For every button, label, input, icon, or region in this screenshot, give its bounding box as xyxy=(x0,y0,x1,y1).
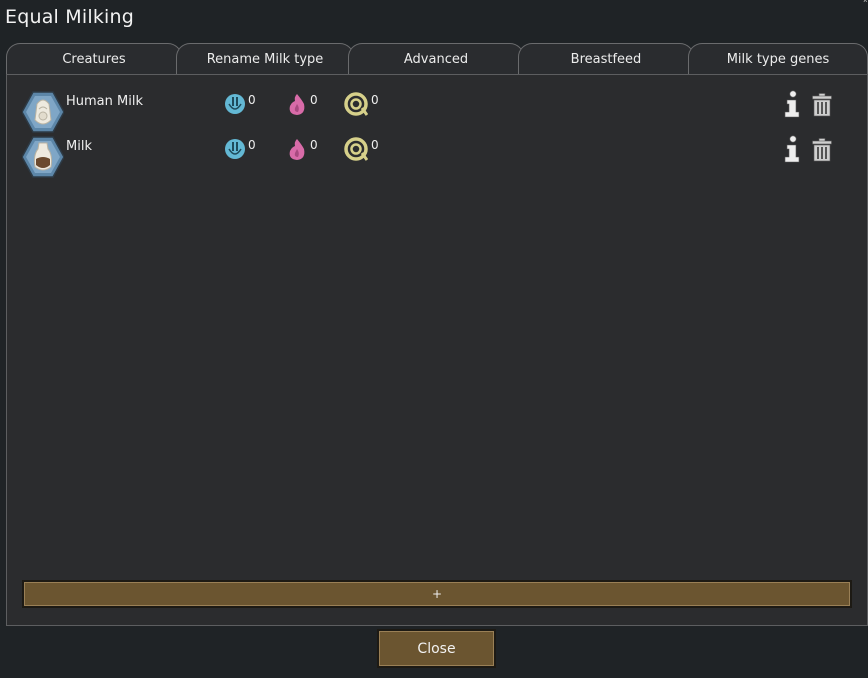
yellow-spiral-icon xyxy=(344,92,368,116)
add-milk-type-button[interactable]: + xyxy=(22,580,852,608)
stat-value: 0 xyxy=(310,138,318,152)
window-title: Equal Milking xyxy=(5,6,135,28)
trash-icon[interactable] xyxy=(812,138,832,162)
stat-value: 0 xyxy=(371,138,379,152)
tab-advanced[interactable]: Advanced xyxy=(348,43,524,74)
stat-value: 0 xyxy=(248,138,256,152)
stat-value: 0 xyxy=(371,93,379,107)
window-corner-mark: ˄ xyxy=(862,0,868,11)
stat-value: 0 xyxy=(310,93,318,107)
yellow-spiral-icon xyxy=(344,137,368,161)
milk-type-row: Human Milk 0 0 0 xyxy=(22,89,852,133)
human-milk-icon xyxy=(22,91,64,133)
pink-flame-icon xyxy=(289,139,305,160)
tab-bar: Creatures Rename Milk type Advanced Brea… xyxy=(6,43,868,75)
milk-type-name: Milk xyxy=(66,139,92,154)
milk-type-name: Human Milk xyxy=(66,94,143,109)
info-icon[interactable] xyxy=(782,90,804,118)
tab-breastfeed[interactable]: Breastfeed xyxy=(518,43,694,74)
blue-power-icon xyxy=(225,139,245,159)
tab-creatures[interactable]: Creatures xyxy=(6,43,182,74)
blue-power-icon xyxy=(225,94,245,114)
milk-type-row: Milk 0 0 0 xyxy=(22,134,852,178)
trash-icon[interactable] xyxy=(812,93,832,117)
info-icon[interactable] xyxy=(782,135,804,163)
milk-bottle-icon xyxy=(22,136,64,178)
tab-milk-type-genes[interactable]: Milk type genes xyxy=(688,43,868,74)
stat-value: 0 xyxy=(248,93,256,107)
tab-rename-milk-type[interactable]: Rename Milk type xyxy=(176,43,354,74)
pink-flame-icon xyxy=(289,94,305,115)
close-button[interactable]: Close xyxy=(377,629,496,668)
